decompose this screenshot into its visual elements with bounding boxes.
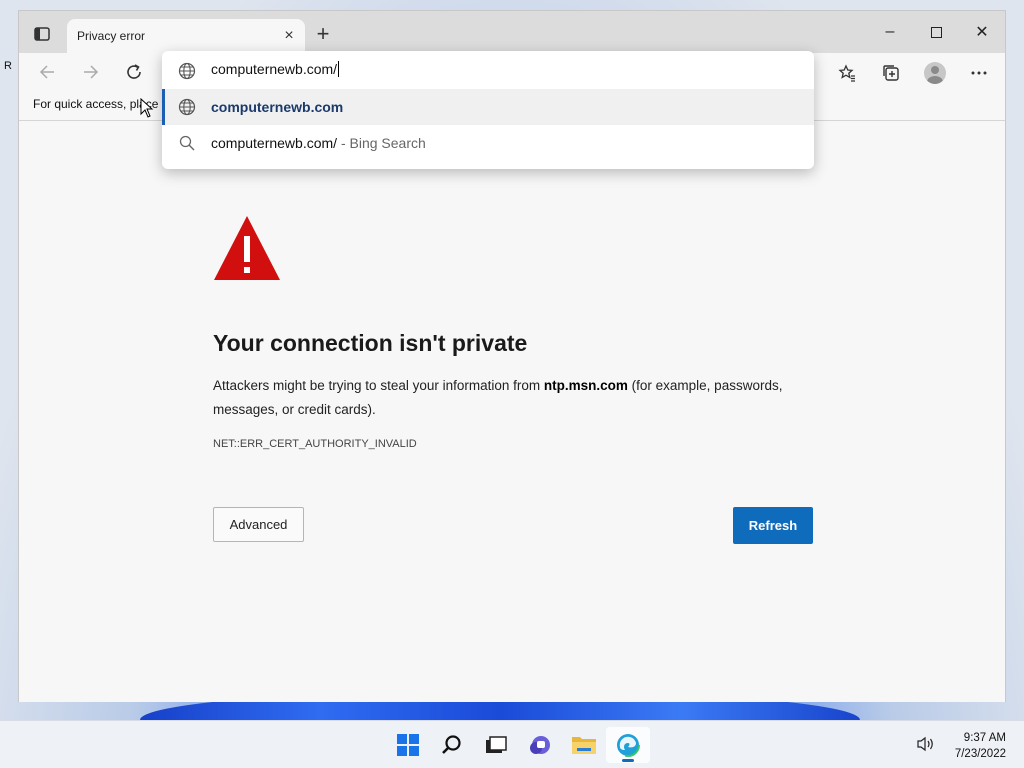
system-clock[interactable]: 9:37 AM 7/23/2022 (955, 730, 1006, 762)
collections-button[interactable] (877, 59, 905, 87)
more-dots-icon (971, 71, 987, 75)
clock-time: 9:37 AM (963, 732, 1006, 744)
file-explorer-button[interactable] (562, 727, 606, 763)
tab-title: Privacy error (77, 29, 146, 43)
warning-icon (212, 214, 282, 287)
volume-button[interactable] (916, 736, 936, 757)
taskbar-search-button[interactable] (430, 727, 474, 763)
address-bar-dropdown: computernewb.com/ computernewb.com compu… (162, 51, 814, 169)
close-button[interactable]: ✕ (959, 11, 1005, 53)
taskbar-apps (386, 727, 650, 763)
globe-icon (178, 98, 196, 116)
suggestion-text: computernewb.com/ - Bing Search (211, 135, 426, 151)
window-controls: – ✕ (867, 11, 1005, 53)
suggestion-item-url[interactable]: computernewb.com (162, 89, 814, 125)
maximize-button[interactable] (913, 11, 959, 53)
chat-button[interactable] (518, 727, 562, 763)
back-arrow-icon (39, 65, 54, 79)
edge-button[interactable] (606, 727, 650, 763)
refresh-button[interactable]: Refresh (733, 507, 813, 544)
error-code[interactable]: NET::ERR_CERT_AUTHORITY_INVALID (213, 438, 417, 450)
favorites-button[interactable] (833, 59, 861, 87)
avatar (924, 62, 946, 84)
search-icon (179, 135, 195, 151)
suggestion-item-search[interactable]: computernewb.com/ - Bing Search (162, 125, 814, 161)
file-explorer-icon (572, 737, 596, 754)
forward-button[interactable] (77, 59, 105, 85)
minimize-button[interactable]: – (867, 11, 913, 53)
new-tab-button[interactable]: + (311, 23, 335, 47)
advanced-button[interactable]: Advanced (213, 507, 304, 542)
mouse-cursor-icon (140, 98, 154, 118)
task-view-button[interactable] (474, 727, 518, 763)
taskbar: 9:37 AM 7/23/2022 (0, 720, 1024, 768)
suggestion-query: computernewb.com/ (211, 135, 338, 151)
tab-actions-button[interactable] (29, 23, 55, 45)
edge-icon (616, 733, 640, 757)
reload-icon (127, 64, 141, 79)
address-input[interactable]: computernewb.com/ (211, 61, 340, 77)
globe-icon (178, 62, 196, 80)
desktop-icon-label[interactable]: R (4, 60, 12, 72)
reload-button[interactable] (120, 59, 148, 85)
tab-strip: Privacy error × + – ✕ (19, 11, 1005, 53)
suggestion-text: computernewb.com (211, 99, 344, 115)
settings-more-button[interactable] (965, 59, 993, 87)
suggestion-engine: - Bing Search (337, 135, 426, 151)
start-icon (397, 734, 419, 756)
task-view-icon (486, 736, 507, 753)
error-host: ntp.msn.com (543, 378, 628, 393)
search-icon (442, 735, 461, 754)
collections-icon (883, 65, 899, 81)
tab-close-button[interactable]: × (281, 28, 297, 44)
text-caret (338, 61, 340, 77)
speaker-icon (917, 736, 933, 752)
error-description-prefix: Attackers might be trying to steal your … (213, 378, 544, 393)
maximize-icon (930, 26, 942, 38)
back-button[interactable] (33, 59, 61, 85)
start-button[interactable] (386, 727, 430, 763)
tab-privacy-error[interactable]: Privacy error × (67, 19, 305, 53)
address-bar[interactable]: computernewb.com/ (162, 51, 814, 89)
tab-actions-icon (34, 27, 50, 41)
address-input-value: computernewb.com/ (211, 61, 338, 77)
page-title: Your connection isn't private (213, 330, 528, 356)
forward-arrow-icon (84, 65, 99, 79)
clock-date: 7/23/2022 (954, 748, 1006, 760)
error-description: Attackers might be trying to steal your … (213, 374, 823, 422)
favorites-star-icon (838, 64, 855, 82)
chat-icon (530, 736, 550, 754)
error-page: Your connection isn't private Attackers … (19, 122, 1005, 702)
profile-button[interactable] (921, 59, 949, 87)
toolbar-right (833, 59, 993, 87)
